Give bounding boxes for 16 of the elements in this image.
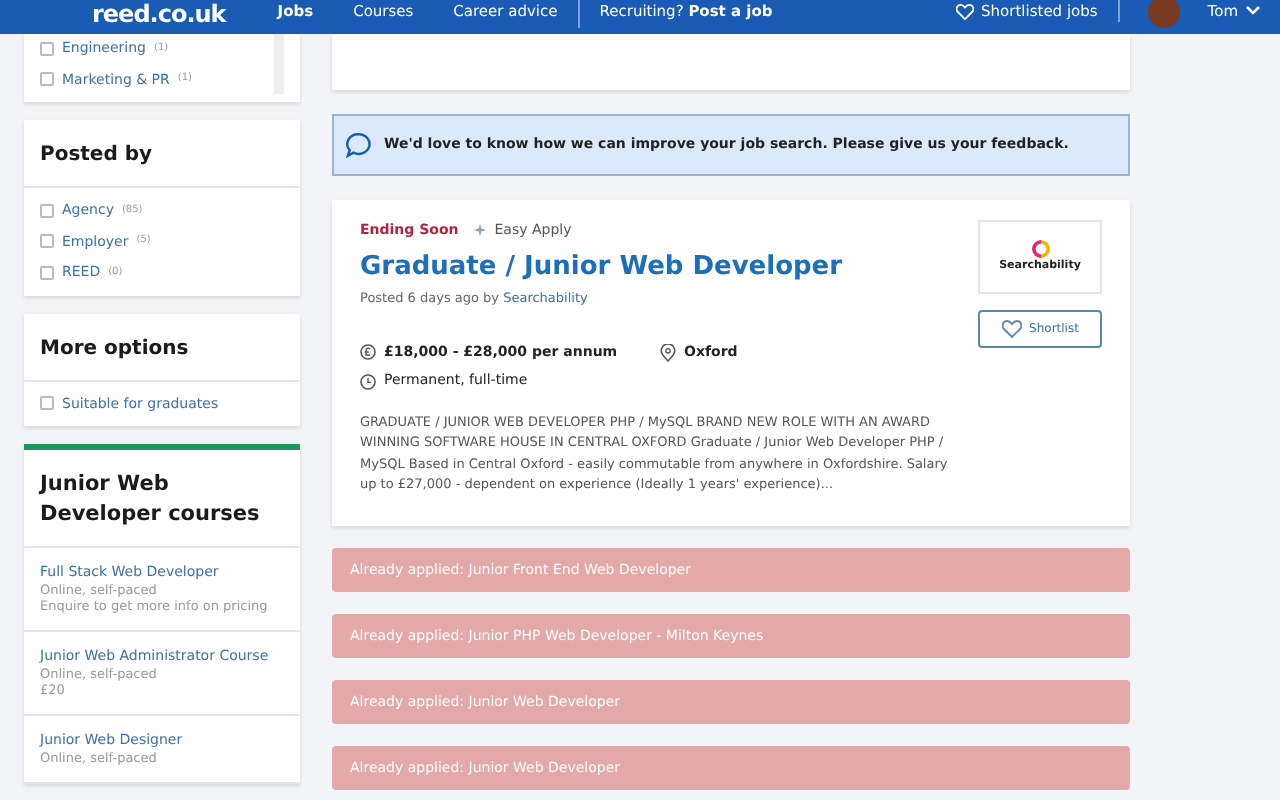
avatar[interactable]	[1147, 0, 1180, 27]
site-logo[interactable]: reed.co.uk	[92, 2, 226, 26]
pound-icon	[360, 344, 376, 360]
sparkle-icon	[474, 224, 487, 237]
filter-heading: Posted by	[24, 120, 300, 188]
chevron-down-icon	[1246, 6, 1260, 16]
scrollbar[interactable]	[274, 34, 284, 94]
courses-heading: Junior Web Developer courses	[24, 450, 300, 549]
clock-icon	[360, 373, 376, 389]
logo-mark-icon	[1031, 239, 1049, 258]
location-pin-icon	[660, 343, 676, 361]
filter-heading: More options	[24, 313, 300, 381]
speech-bubble-icon	[346, 132, 372, 158]
heart-icon	[1001, 320, 1022, 338]
job-title-link[interactable]: Graduate / Junior Web Developer	[360, 247, 950, 286]
heart-icon	[955, 3, 974, 19]
